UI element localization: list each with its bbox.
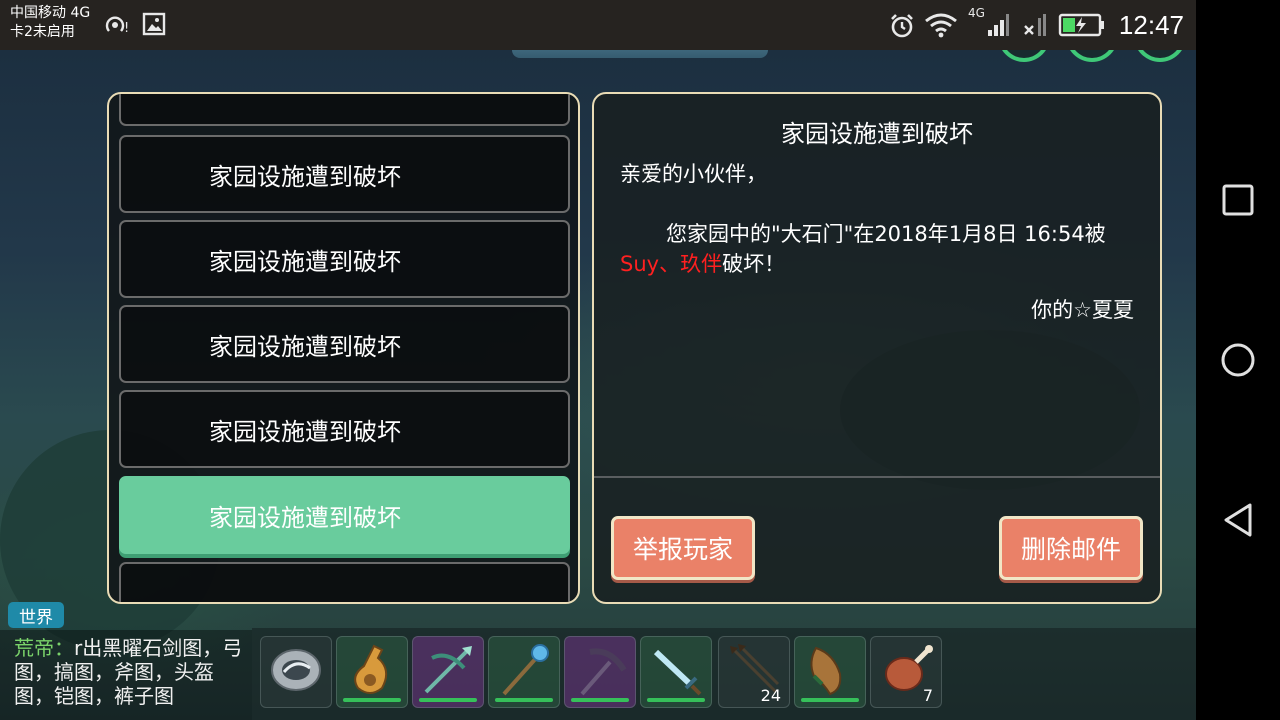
wifi-icon (924, 12, 958, 42)
item-count: 24 (760, 686, 781, 705)
mail-item-title: 家园设施遭到破坏 (209, 162, 401, 191)
item-slot[interactable] (260, 636, 332, 708)
image-icon (142, 12, 166, 40)
android-status-bar: 中国移动 4G 卡2未启用 ! 4G 12:47 (0, 0, 1196, 50)
mail-greeting: 亲爱的小伙伴， (620, 162, 767, 186)
item-count: 7 (922, 686, 933, 705)
mail-list-item-partial[interactable] (119, 562, 570, 602)
chat-message[interactable]: 荒帝：r出黑曜石剑图，弓图，搞图，斧图，头盔图，铠图，裤子图 (14, 636, 250, 708)
circle-icon (1221, 343, 1255, 377)
item-slot[interactable] (336, 636, 408, 708)
square-icon (1222, 184, 1254, 216)
carrier-info: 中国移动 4G 卡2未启用 (10, 4, 90, 42)
attacker-names: Suy、玖伴 (620, 252, 723, 276)
battery-charging-icon (1058, 12, 1106, 42)
magic-staff-icon (494, 640, 554, 704)
report-player-button[interactable]: 举报玩家 (611, 516, 755, 580)
mail-list-item-selected[interactable]: 家园设施遭到破坏 (119, 476, 570, 554)
mail-body-prefix: 您家园中的"大石门"在2018年1月8日 16:54被 (666, 222, 1106, 246)
mail-list-item-partial[interactable] (119, 94, 570, 126)
chat-speaker: 荒帝： (14, 636, 74, 660)
item-slot[interactable] (412, 636, 484, 708)
network-type-label: 4G (968, 6, 985, 20)
pickaxe-icon (570, 640, 630, 704)
water-gourd-icon (344, 640, 400, 704)
delete-mail-button[interactable]: 删除邮件 (999, 516, 1143, 580)
mail-list-panel[interactable]: 家园设施遭到破坏 家园设施遭到破坏 家园设施遭到破坏 家园设施遭到破坏 家园设施… (107, 92, 580, 604)
carrier-line1: 中国移动 4G (10, 5, 91, 21)
mail-item-title: 家园设施遭到破坏 (209, 332, 401, 361)
carrier-line2: 卡2未启用 (10, 24, 75, 40)
back-button[interactable] (1218, 500, 1258, 540)
status-clock: 12:47 (1118, 10, 1184, 40)
signal-strength-icon (986, 12, 1010, 42)
alarm-icon (888, 12, 916, 44)
mail-body-suffix: 破坏！ (722, 252, 786, 276)
hotspot-icon: ! (104, 12, 132, 42)
mail-body-line2: Suy、玖伴破坏！ (620, 248, 785, 278)
compass-disc-icon (266, 642, 326, 702)
item-slot[interactable] (794, 636, 866, 708)
item-slot[interactable]: 7 (870, 636, 942, 708)
mail-list-item[interactable]: 家园设施遭到破坏 (119, 220, 570, 298)
divider (594, 476, 1160, 478)
item-slot[interactable] (488, 636, 560, 708)
mail-list-item[interactable]: 家园设施遭到破坏 (119, 390, 570, 468)
mail-signature: 你的☆夏夏 (1031, 298, 1134, 322)
crystal-sword-icon (646, 640, 706, 704)
mail-item-title: 家园设施遭到破坏 (209, 417, 401, 446)
durability-bar (343, 698, 401, 702)
mail-detail-title: 家园设施遭到破坏 (781, 120, 973, 148)
mail-item-title: 家园设施遭到破坏 (209, 503, 401, 532)
durability-bar (495, 698, 553, 702)
chat-channel-tag[interactable]: 世界 (8, 602, 64, 628)
mail-list-item[interactable]: 家园设施遭到破坏 (119, 305, 570, 383)
durability-bar (419, 698, 477, 702)
durability-bar (801, 698, 859, 702)
horn-flask-icon (800, 640, 860, 704)
recent-apps-button[interactable] (1218, 180, 1258, 220)
item-slot[interactable] (640, 636, 712, 708)
item-slot[interactable]: 24 (718, 636, 790, 708)
mail-item-title: 家园设施遭到破坏 (209, 247, 401, 276)
mail-list-item[interactable]: 家园设施遭到破坏 (119, 135, 570, 213)
mail-detail-panel: 家园设施遭到破坏 亲爱的小伙伴， 您家园中的"大石门"在2018年1月8日 16… (592, 92, 1162, 604)
no-signal-icon (1022, 12, 1048, 42)
svg-text:!: ! (124, 21, 129, 36)
crossbow-icon (418, 640, 478, 704)
android-nav-bar (1196, 0, 1280, 720)
item-slot[interactable] (564, 636, 636, 708)
durability-bar (571, 698, 629, 702)
triangle-back-icon (1224, 503, 1252, 537)
home-button[interactable] (1218, 340, 1258, 380)
durability-bar (647, 698, 705, 702)
